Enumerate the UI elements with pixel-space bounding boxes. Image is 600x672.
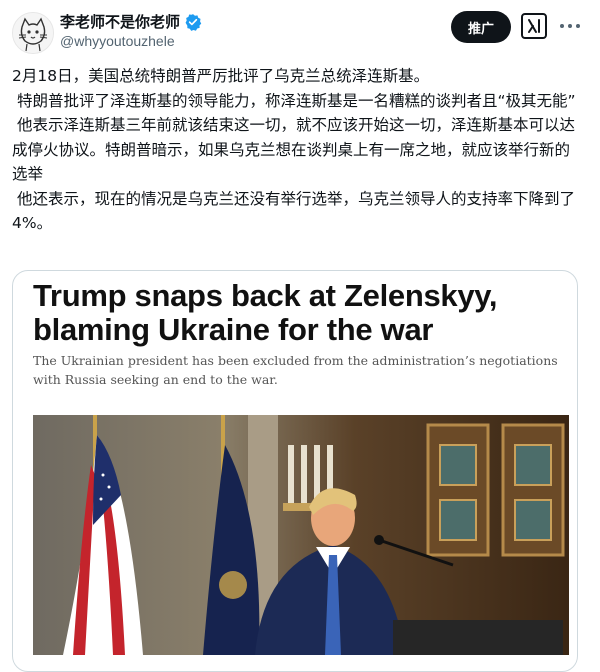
media-card[interactable]: Trump snaps back at Zelenskyy, blaming U… — [12, 270, 578, 672]
verified-badge-icon — [184, 13, 202, 31]
tweet-line: 他还表示，现在的情况是乌克兰还没有举行选举，乌克兰领导人的支持率下降到了4%。 — [12, 189, 575, 233]
press-photo-illustration — [33, 415, 569, 655]
avatar[interactable] — [12, 12, 54, 54]
promote-button-label: 推广 — [467, 21, 494, 37]
display-name-text[interactable]: 李老师不是你老师 — [60, 11, 180, 32]
promote-button[interactable]: 推广 — [451, 11, 511, 43]
more-options-button[interactable] — [556, 14, 584, 38]
more-icon — [560, 24, 580, 28]
display-name[interactable]: 李老师不是你老师 — [60, 11, 202, 32]
user-handle[interactable]: @whyyoutouzhele — [60, 33, 175, 49]
tweet-line: 2月18日，美国总统特朗普严厉批评了乌克兰总统泽连斯基。 — [12, 67, 430, 85]
tweet-line: 他表示泽连斯基三年前就该结束这一切，就不应该开始这一切，泽连斯基本可以达成停火协… — [12, 116, 575, 183]
tweet-header: 李老师不是你老师 @whyyoutouzhele 推广 — [0, 0, 600, 60]
grok-icon — [528, 19, 540, 33]
tweet-text: 2月18日，美国总统特朗普严厉批评了乌克兰总统泽连斯基。 特朗普批评了泽连斯基的… — [12, 64, 582, 236]
card-headline: Trump snaps back at Zelenskyy, blaming U… — [33, 278, 498, 347]
card-subheadline: The Ukrainian president has been exclude… — [33, 353, 558, 387]
tweet-line: 特朗普批评了泽连斯基的领导能力，称泽连斯基是一名糟糕的谈判者且“极其无能” — [12, 91, 576, 110]
grok-button[interactable] — [521, 13, 547, 39]
press-photo[interactable] — [33, 415, 569, 655]
cat-sketch-icon — [13, 13, 53, 53]
